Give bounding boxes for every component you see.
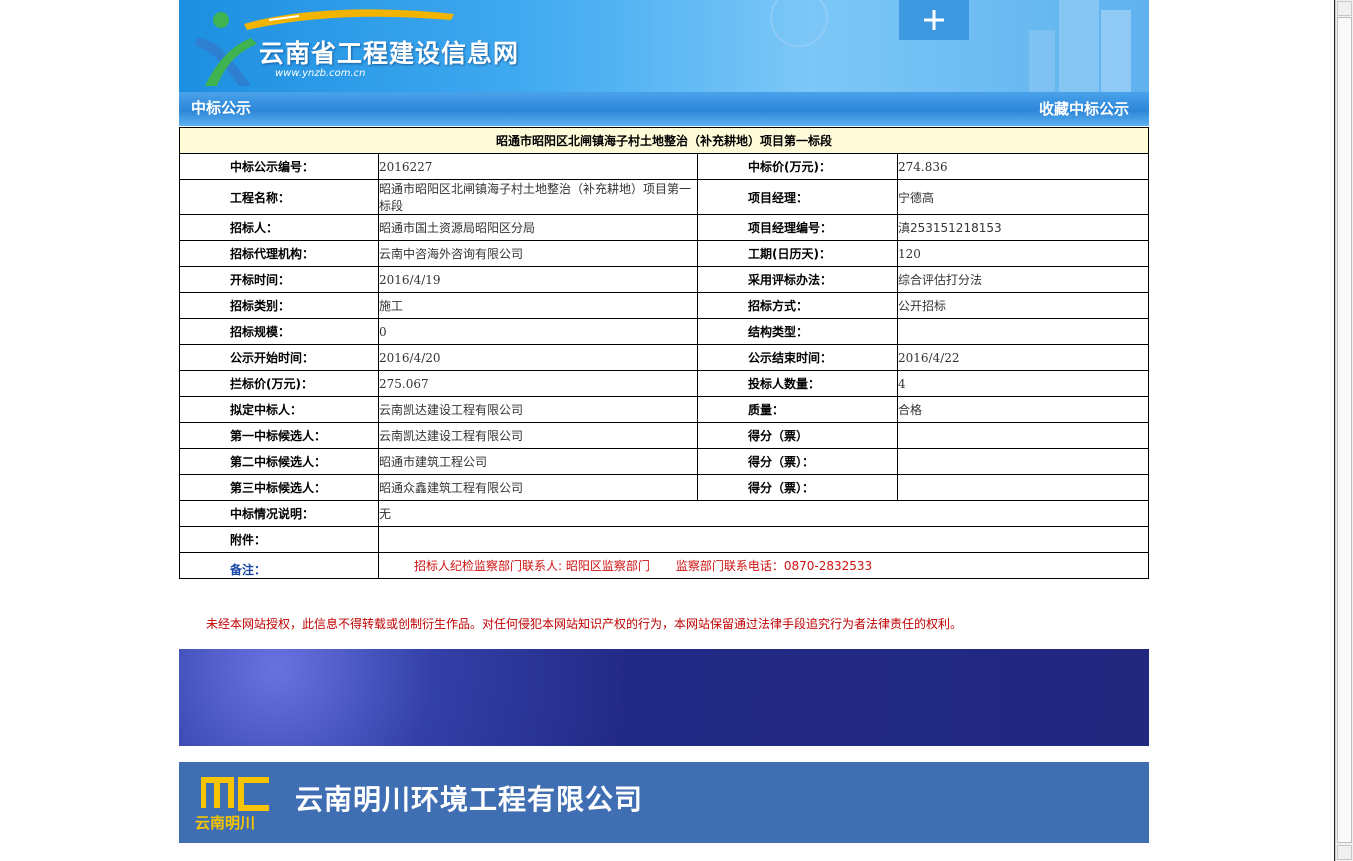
field-value: 昭通市昭阳区北闸镇海子村土地整治（补充耕地）项目第一标段 [378,179,698,215]
remark-label: 备注： [179,552,379,579]
field-value: 2016/4/20 [378,344,698,371]
field-label: 工期(日历天)： [697,240,898,267]
field-label: 投标人数量： [697,370,898,397]
table-row: 招标规模： 0 结构类型： [179,318,1149,345]
field-value [897,422,1149,449]
table-row: 招标代理机构： 云南中咨海外咨询有限公司 工期(日历天)： 120 [179,240,1149,267]
field-value: 120 [897,240,1149,267]
field-value: 云南凯达建设工程有限公司 [378,422,698,449]
field-label: 得分（票）： [697,448,898,475]
field-value: 昭通市建筑工程公司 [378,448,698,475]
field-value: 275.067 [378,370,698,397]
scroll-thumb[interactable] [1337,17,1352,843]
field-label: 得分（票） [697,422,898,449]
field-label: 项目经理编号： [697,214,898,241]
field-label: 招标方式： [697,292,898,319]
field-label: 招标人： [179,214,379,241]
site-title: 云南省工程建设信息网 [259,39,520,68]
copyright-notice: 未经本网站授权，此信息不得转载或创制衍生作品。对任何侵犯本网站知识产权的行为，本… [206,617,963,631]
site-banner: 云南省工程建设信息网 www.ynzb.com.cn [179,0,1149,92]
field-label: 工程名称： [179,179,379,215]
remark-value: 招标人纪检监察部门联系人: 昭阳区监察部门 监察部门联系电话：0870-28325… [378,552,1149,579]
field-label: 拟定中标人： [179,396,379,423]
field-label: 项目经理： [697,179,898,215]
field-value: 综合评估打分法 [897,266,1149,293]
field-value: 公开招标 [897,292,1149,319]
field-label: 质量： [697,396,898,423]
field-value [897,448,1149,475]
vertical-scrollbar[interactable] [1335,0,1353,861]
field-label: 拦标价(万元)： [179,370,379,397]
field-value: 0 [378,318,698,345]
field-label: 公示结束时间： [697,344,898,371]
mc-logo-icon [201,777,269,811]
table-row: 拦标价(万元)： 275.067 投标人数量： 4 [179,370,1149,397]
field-value: 云南凯达建设工程有限公司 [378,396,698,423]
field-label: 中标公示编号： [179,153,379,180]
section-bar: 中标公示 收藏中标公示 [179,92,1149,126]
field-label: 中标价(万元)： [697,153,898,180]
remark-phone: 监察部门联系电话：0870-2832533 [675,559,873,573]
table-row: 第三中标候选人： 昭通众鑫建筑工程有限公司 得分（票）： [179,474,1149,501]
field-label: 中标情况说明： [179,500,379,527]
table-row: 公示开始时间： 2016/4/20 公示结束时间： 2016/4/22 [179,344,1149,371]
field-value [378,526,1149,553]
field-value: 合格 [897,396,1149,423]
field-label: 采用评标办法： [697,266,898,293]
table-row: 中标公示编号： 2016227 中标价(万元)： 274.836 [179,153,1149,180]
notice-title: 昭通市昭阳区北闸镇海子村土地整治（补充耕地）项目第一标段 [179,127,1149,154]
table-row: 招标类别： 施工 招标方式： 公开招标 [179,292,1149,319]
field-value: 2016/4/22 [897,344,1149,371]
field-value: 云南中咨海外咨询有限公司 [378,240,698,267]
page-container: 云南省工程建设信息网 www.ynzb.com.cn 中标公示 收藏中标公示 昭… [179,0,1149,843]
advertisement-banner-2[interactable]: 云南明川 云南明川环境工程有限公司 [179,762,1149,843]
field-label: 得分（票）： [697,474,898,501]
field-label: 开标时间： [179,266,379,293]
field-value: 4 [897,370,1149,397]
attachment-row: 附件： [179,526,1149,553]
award-notice-table: 昭通市昭阳区北闸镇海子村土地整治（补充耕地）项目第一标段 中标公示编号： 2016… [179,127,1149,579]
field-value: 昭通众鑫建筑工程有限公司 [378,474,698,501]
site-url: www.ynzb.com.cn [275,68,366,79]
remark-row: 备注： 招标人纪检监察部门联系人: 昭阳区监察部门 监察部门联系电话：0870-28… [179,552,1149,579]
field-value: 2016227 [378,153,698,180]
advertisement-banner-1[interactable] [179,649,1149,746]
table-row: 第一中标候选人： 云南凯达建设工程有限公司 得分（票） [179,422,1149,449]
field-label: 第三中标候选人： [179,474,379,501]
field-value [897,474,1149,501]
field-value: 无 [378,500,1149,527]
field-value: 施工 [378,292,698,319]
field-value [897,318,1149,345]
company-name: 云南明川环境工程有限公司 [295,783,644,816]
field-label: 结构类型： [697,318,898,345]
field-label: 第二中标候选人： [179,448,379,475]
table-row: 工程名称： 昭通市昭阳区北闸镇海子村土地整治（补充耕地）项目第一标段 项目经理： 宁德… [179,179,1149,215]
table-row: 拟定中标人： 云南凯达建设工程有限公司 质量： 合格 [179,396,1149,423]
table-row: 招标人： 昭通市国土资源局昭阳区分局 项目经理编号： 滇253151218153 [179,214,1149,241]
logo-swoosh [244,9,454,30]
banner-decoration [770,0,1131,92]
logo-icon [196,12,257,86]
field-label: 公示开始时间： [179,344,379,371]
scroll-down-button[interactable] [1337,845,1352,860]
section-title: 中标公示 [191,99,252,117]
field-label: 招标规模： [179,318,379,345]
description-row: 中标情况说明：无 [179,500,1149,527]
remark-contact: 招标人纪检监察部门联系人: 昭阳区监察部门 [414,559,650,573]
field-label: 附件： [179,526,379,553]
field-value: 274.836 [897,153,1149,180]
field-label: 招标类别： [179,292,379,319]
title-row: 昭通市昭阳区北闸镇海子村土地整治（补充耕地）项目第一标段 [179,127,1149,154]
field-label: 招标代理机构： [179,240,379,267]
table-row: 开标时间： 2016/4/19 采用评标办法： 综合评估打分法 [179,266,1149,293]
field-value: 滇253151218153 [897,214,1149,241]
logo-caption: 云南明川 [195,814,256,832]
favorite-link[interactable]: 收藏中标公示 [1039,98,1129,119]
field-label: 第一中标候选人： [179,422,379,449]
table-row: 第二中标候选人： 昭通市建筑工程公司 得分（票）： [179,448,1149,475]
field-value: 昭通市国土资源局昭阳区分局 [378,214,698,241]
field-value: 宁德高 [897,179,1149,215]
field-value: 2016/4/19 [378,266,698,293]
scroll-up-button[interactable] [1337,1,1352,16]
